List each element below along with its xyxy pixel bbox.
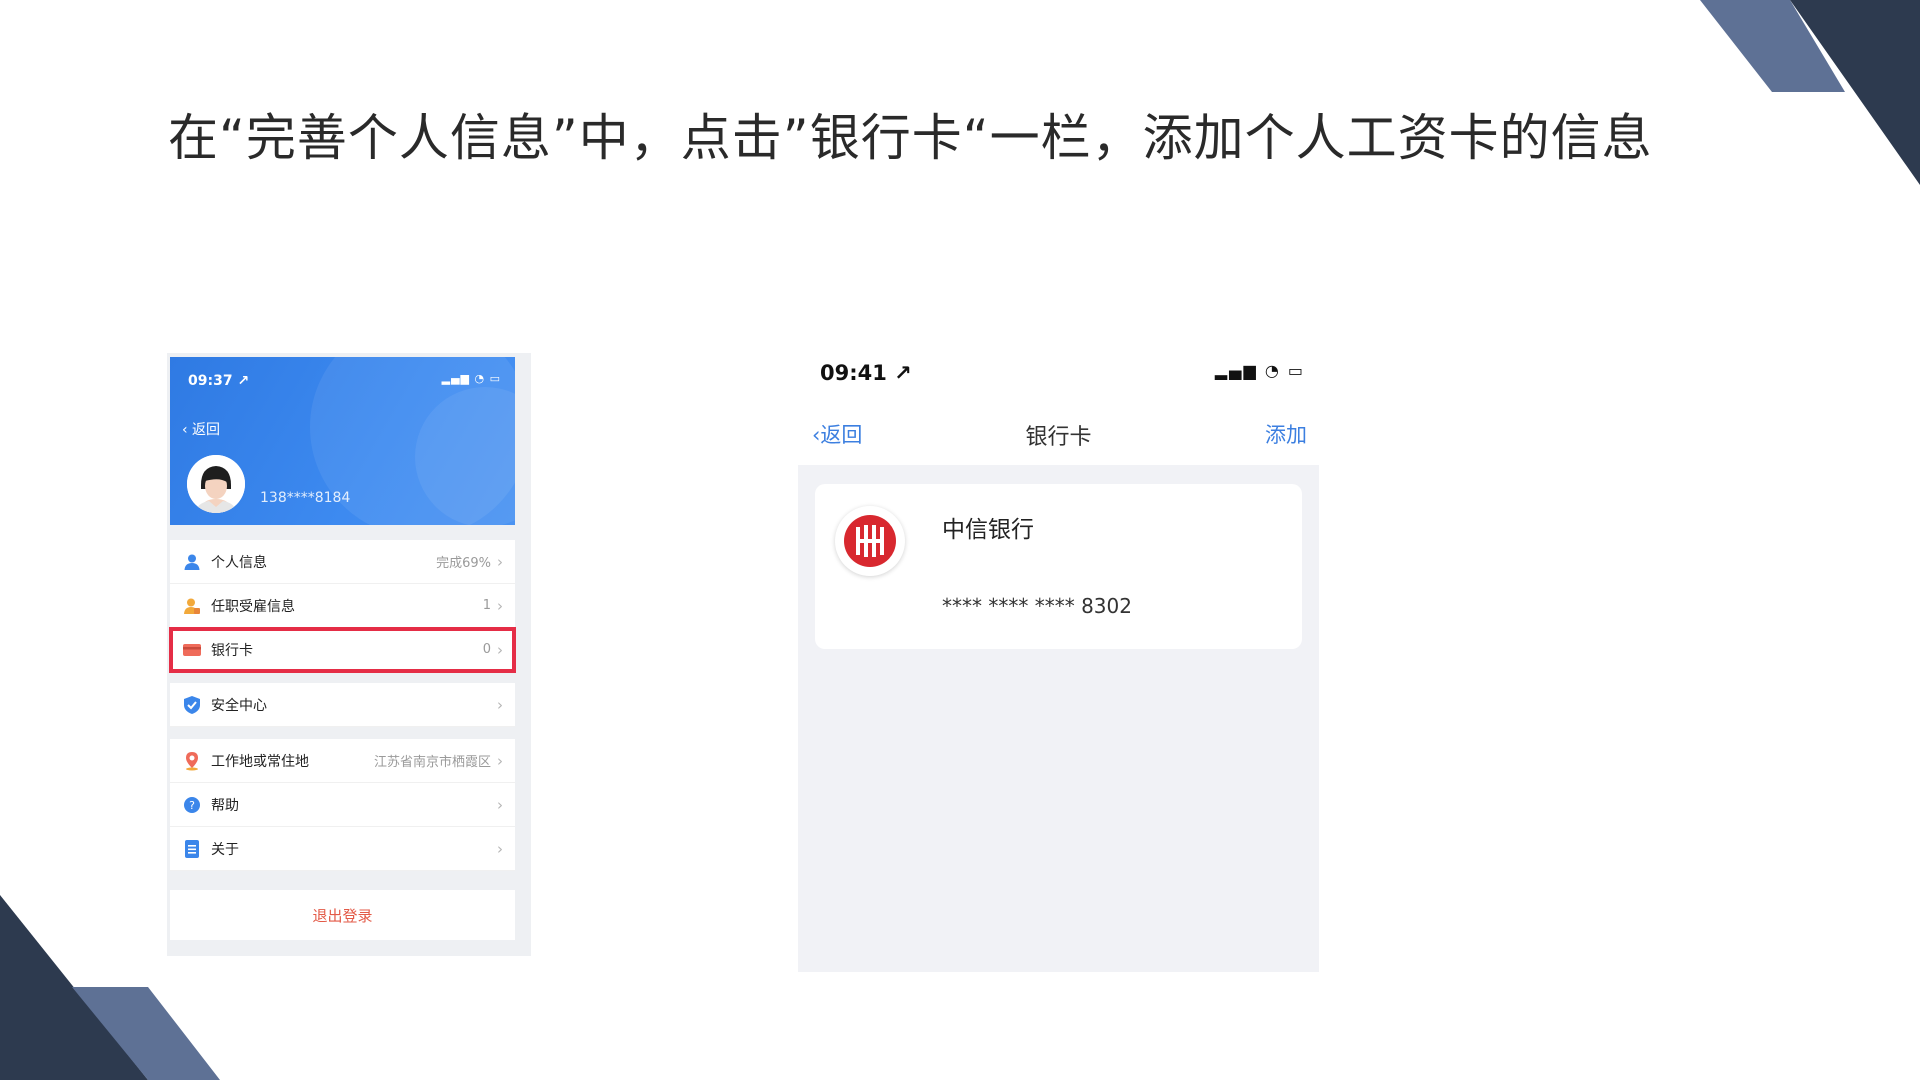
profile-header: 09:37 ↗ ▂▄▆ ◔ ▭ ‹ 返回 138****8184 — [170, 357, 515, 525]
about-icon — [182, 839, 202, 859]
menu-item-value: 0 — [482, 642, 491, 657]
logout-button[interactable]: 退出登录 — [170, 890, 515, 940]
masked-phone-number: 138****8184 — [260, 490, 351, 506]
user-avatar-icon — [187, 455, 245, 513]
profile-screenshot: 09:37 ↗ ▂▄▆ ◔ ▭ ‹ 返回 138****8184 个人信息 完成… — [167, 353, 531, 956]
status-time: 09:37 ↗ — [188, 373, 250, 389]
status-icons: ▂▄▆ ◔ ▭ — [441, 372, 501, 385]
bank-card-nav-area: 09:41 ↗ ▂▄▆ ◔ ▭ 银行卡 ‹返回 添加 — [798, 345, 1319, 465]
location-pin-icon — [182, 751, 202, 771]
avatar[interactable] — [187, 455, 245, 513]
menu-item-security-center[interactable]: 安全中心 › — [170, 683, 515, 727]
card-number: **** **** **** 8302 — [942, 594, 1132, 618]
status-time: 09:41 ↗ — [820, 361, 912, 385]
bank-card-icon — [182, 640, 202, 660]
menu-item-label: 安全中心 — [211, 697, 267, 714]
status-icons: ▂▄▆ ◔ ▭ — [1214, 361, 1305, 380]
chevron-right-icon: › — [497, 751, 503, 770]
person-icon — [182, 552, 202, 572]
menu-item-about[interactable]: 关于 › — [170, 827, 515, 871]
svg-text:?: ? — [189, 799, 195, 812]
menu-item-bank-card[interactable]: 银行卡 0 › — [169, 627, 516, 673]
menu-item-label: 工作地或常住地 — [211, 753, 309, 770]
menu-item-label: 个人信息 — [211, 554, 267, 571]
bank-card-screenshot: 09:41 ↗ ▂▄▆ ◔ ▭ 银行卡 ‹返回 添加 中信银行 **** ***… — [798, 345, 1319, 972]
page-title: 银行卡 — [1025, 425, 1092, 450]
shield-icon — [182, 695, 202, 715]
menu-item-work-location[interactable]: 工作地或常住地 江苏省南京市栖霞区 › — [170, 739, 515, 783]
menu-item-label: 关于 — [211, 841, 239, 858]
chevron-right-icon: › — [497, 596, 503, 615]
chevron-right-icon: › — [497, 695, 503, 714]
chevron-right-icon: › — [497, 552, 503, 571]
add-card-button[interactable]: 添加 — [1265, 419, 1307, 449]
menu-item-help[interactable]: ? 帮助 › — [170, 783, 515, 827]
back-button[interactable]: ‹ 返回 — [182, 419, 220, 439]
profile-menu-group-3: 工作地或常住地 江苏省南京市栖霞区 › ? 帮助 › 关于 › — [170, 739, 515, 871]
citic-bank-logo-icon — [835, 506, 905, 576]
menu-item-value: 1 — [482, 598, 491, 613]
chevron-right-icon: › — [497, 640, 503, 659]
chevron-right-icon: › — [497, 839, 503, 858]
menu-item-employment-info[interactable]: 任职受雇信息 1 › — [170, 584, 515, 628]
menu-item-value: 完成69% — [436, 556, 491, 571]
profile-menu-group-2: 安全中心 › — [170, 683, 515, 727]
profile-menu-group-1: 个人信息 完成69% › 任职受雇信息 1 › 银行卡 0 › — [169, 540, 516, 673]
slide-title: 在“完善个人信息”中，点击”银行卡“一栏，添加个人工资卡的信息 — [168, 109, 1653, 167]
menu-item-label: 帮助 — [211, 797, 239, 814]
menu-item-label: 任职受雇信息 — [211, 598, 295, 615]
employment-icon — [182, 596, 202, 616]
help-icon: ? — [182, 795, 202, 815]
menu-item-label: 银行卡 — [211, 642, 253, 659]
menu-item-personal-info[interactable]: 个人信息 完成69% › — [170, 540, 515, 584]
bank-name: 中信银行 — [942, 517, 1034, 543]
menu-item-value: 江苏省南京市栖霞区 — [373, 755, 491, 770]
back-button[interactable]: ‹返回 — [812, 419, 862, 449]
chevron-right-icon: › — [497, 795, 503, 814]
bank-card-item[interactable]: 中信银行 **** **** **** 8302 — [815, 484, 1302, 649]
